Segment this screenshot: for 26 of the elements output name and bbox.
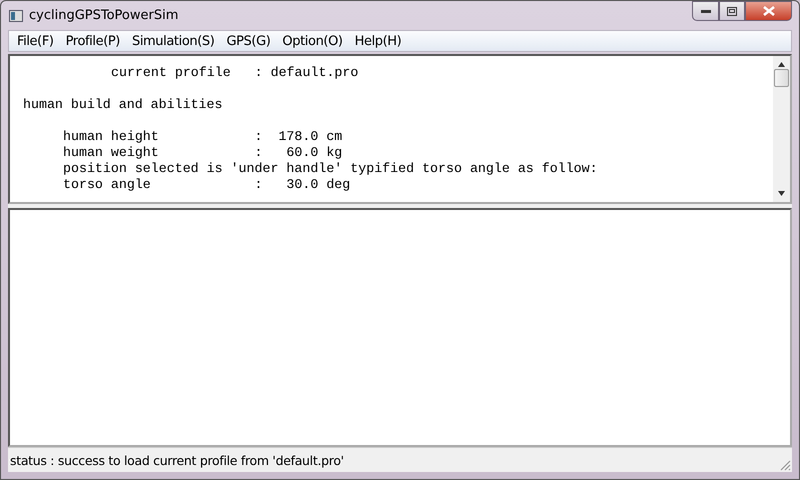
close-button[interactable]: [745, 1, 792, 21]
maximize-icon: [727, 6, 737, 16]
profile-line: torso angle : 30.0 deg: [62, 177, 352, 193]
menu-item[interactable]: File(F): [11, 34, 60, 48]
minimize-icon: [700, 10, 710, 12]
maximize-button[interactable]: [719, 1, 745, 21]
scroll-up-icon[interactable]: [778, 62, 785, 67]
menu-item[interactable]: Option(O): [276, 34, 349, 48]
menu-item[interactable]: Help(H): [348, 34, 408, 48]
profile-line: current profile : default.pro: [110, 65, 360, 81]
window-title: cyclingGPSToPowerSim: [29, 8, 178, 23]
profile-line: position selected is 'under handle' typified torso angle as follow:: [62, 161, 599, 177]
menu-item[interactable]: GPS(G): [220, 34, 276, 48]
resize-grip-icon[interactable]: [779, 459, 791, 471]
scroll-down-icon[interactable]: [778, 191, 785, 196]
menu-item[interactable]: Profile(P): [60, 34, 126, 48]
menu-item[interactable]: Simulation(S): [126, 34, 220, 48]
profile-line: human height : 178.0 cm: [62, 129, 344, 145]
status-text: status : success to load current profile from 'default.pro': [10, 452, 344, 468]
profile-line: human build and abilities: [23, 97, 224, 113]
close-icon: [762, 6, 774, 16]
app-icon: [9, 10, 23, 22]
scrollbar[interactable]: [773, 56, 790, 202]
scroll-thumb[interactable]: [774, 69, 789, 87]
profile-line: human weight : 60.0 kg: [62, 145, 344, 161]
minimize-button[interactable]: [692, 1, 719, 21]
